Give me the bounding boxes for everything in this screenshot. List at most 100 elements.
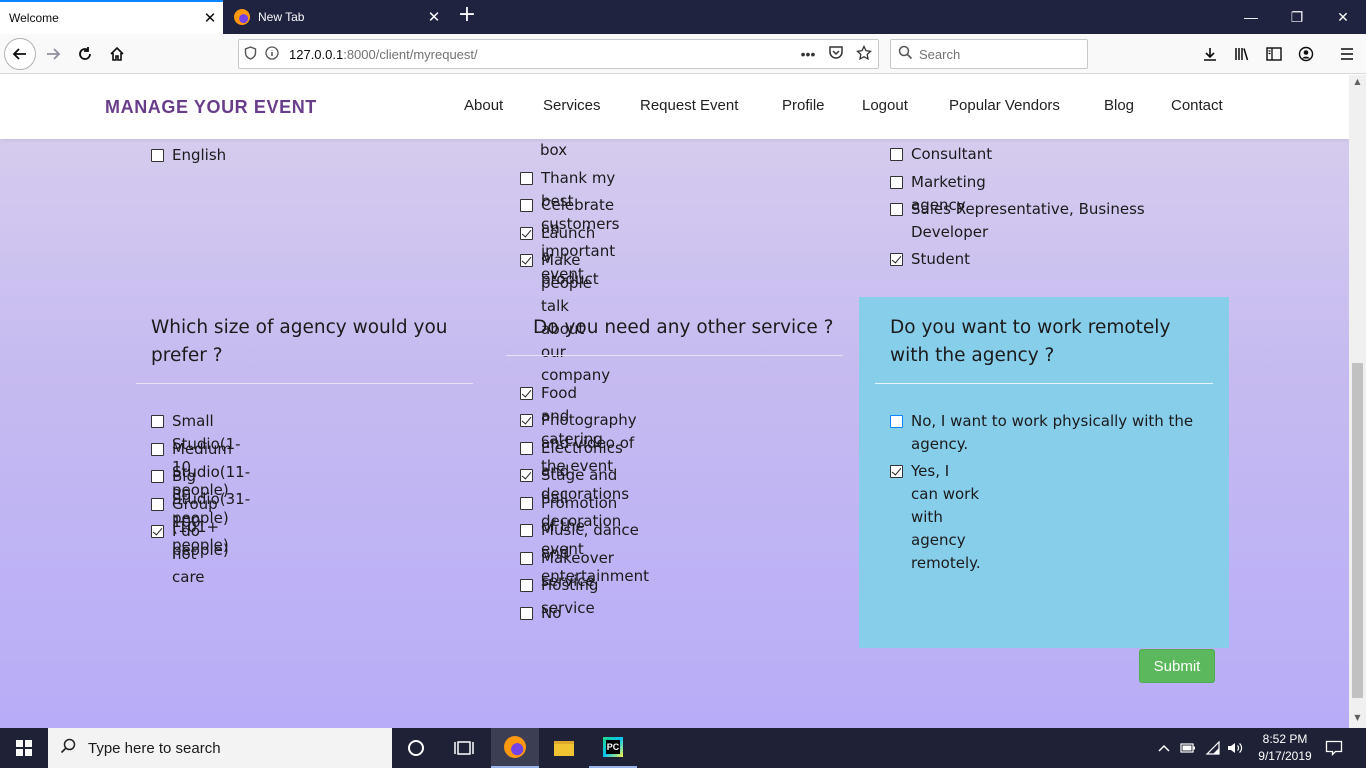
page-actions-icon[interactable]: •••	[794, 46, 822, 62]
url-text[interactable]: 127.0.0.1:8000/client/myrequest/	[289, 47, 794, 62]
checkbox[interactable]	[520, 199, 533, 212]
option-sales-representative[interactable]: Sales Representative, Business Developer	[890, 198, 1190, 244]
checkbox-checked[interactable]	[151, 525, 164, 538]
search-icon	[891, 45, 919, 63]
question-other-service: Do you need any other service ?	[533, 317, 834, 338]
close-window-button[interactable]: ✕	[1320, 0, 1366, 34]
option-continued-text: box	[540, 141, 568, 159]
option-work-physically[interactable]: No, I want to work physically with the a…	[890, 410, 1200, 456]
start-button[interactable]	[0, 728, 48, 768]
folder-icon	[554, 740, 574, 756]
checkbox[interactable]	[520, 172, 533, 185]
nav-blog[interactable]: Blog	[1104, 97, 1134, 114]
checkbox[interactable]	[520, 524, 533, 537]
file-explorer-icon[interactable]	[540, 728, 588, 768]
pocket-icon[interactable]	[822, 45, 850, 63]
checkbox[interactable]	[890, 203, 903, 216]
browser-nav-bar: 127.0.0.1:8000/client/myrequest/ ••• Sea…	[0, 34, 1366, 74]
checkbox-checked[interactable]	[520, 227, 533, 240]
checkbox-checked[interactable]	[520, 387, 533, 400]
option-consultant[interactable]: Consultant	[890, 143, 992, 166]
tab-close-icon[interactable]: ✕	[421, 8, 447, 26]
nav-profile[interactable]: Profile	[782, 97, 825, 114]
option-work-remotely[interactable]: Yes, I can work with agency remotely.	[890, 460, 981, 575]
wifi-icon[interactable]	[1202, 728, 1224, 768]
new-tab-button[interactable]: +	[455, 4, 479, 28]
task-view-icon[interactable]	[440, 728, 488, 768]
checkbox[interactable]	[520, 497, 533, 510]
checkbox[interactable]	[890, 148, 903, 161]
nav-services[interactable]: Services	[543, 97, 601, 114]
vertical-scrollbar[interactable]: ▲ ▼	[1349, 75, 1366, 728]
scrollbar-thumb[interactable]	[1352, 363, 1363, 698]
taskbar-search-box[interactable]: Type here to search	[48, 728, 392, 768]
checkbox-checked[interactable]	[890, 253, 903, 266]
sidebar-icon[interactable]	[1258, 38, 1290, 70]
tab-close-icon[interactable]: ✕	[197, 9, 223, 27]
restore-button[interactable]: ❐	[1274, 0, 1320, 34]
nav-logout[interactable]: Logout	[862, 97, 908, 114]
bookmark-star-icon[interactable]	[850, 44, 878, 64]
scroll-down-icon[interactable]: ▼	[1349, 713, 1366, 727]
account-icon[interactable]	[1290, 38, 1322, 70]
option-no[interactable]: No	[520, 602, 561, 625]
checkbox[interactable]	[520, 442, 533, 455]
action-center-icon[interactable]	[1320, 728, 1348, 768]
checkbox[interactable]	[520, 579, 533, 592]
scroll-up-icon[interactable]: ▲	[1349, 77, 1366, 91]
url-bar[interactable]: 127.0.0.1:8000/client/myrequest/ •••	[238, 39, 879, 69]
tab-title: Welcome	[9, 11, 59, 25]
checkbox[interactable]	[151, 443, 164, 456]
checkbox-checked[interactable]	[520, 254, 533, 267]
submit-button[interactable]: Submit	[1139, 649, 1215, 683]
windows-taskbar: Type here to search PC 8:52 PM 9/17/2019	[0, 728, 1366, 768]
checkbox[interactable]	[520, 607, 533, 620]
page-viewport: MANAGE YOUR EVENT About Services Request…	[0, 75, 1349, 728]
menu-hamburger-icon[interactable]	[1331, 38, 1363, 70]
checkbox[interactable]	[890, 176, 903, 189]
option-do-not-care[interactable]: I do not care	[151, 520, 205, 589]
firefox-taskbar-icon[interactable]	[491, 728, 539, 768]
checkbox-checked[interactable]	[520, 469, 533, 482]
checkbox[interactable]	[151, 149, 164, 162]
clock-time: 8:52 PM	[1262, 732, 1308, 746]
checkbox[interactable]	[890, 415, 903, 428]
minimize-button[interactable]: —	[1228, 0, 1274, 34]
pycharm-taskbar-icon[interactable]: PC	[589, 728, 637, 768]
checkbox[interactable]	[151, 415, 164, 428]
tab-new-tab[interactable]: New Tab ✕	[224, 0, 447, 34]
checkbox[interactable]	[151, 498, 164, 511]
option-student[interactable]: Student	[890, 248, 970, 271]
brand-logo[interactable]: MANAGE YOUR EVENT	[105, 97, 317, 118]
checkbox-checked[interactable]	[520, 414, 533, 427]
home-button[interactable]	[101, 38, 133, 70]
cortana-icon[interactable]	[392, 728, 440, 768]
downloads-icon[interactable]	[1194, 38, 1226, 70]
checkbox[interactable]	[151, 470, 164, 483]
checkbox-checked[interactable]	[890, 465, 903, 478]
show-hidden-icons-chevron-icon[interactable]	[1155, 728, 1173, 768]
info-icon[interactable]	[261, 45, 283, 63]
firefox-icon	[234, 9, 250, 25]
search-icon	[48, 738, 88, 759]
nav-about[interactable]: About	[464, 97, 503, 114]
library-icon[interactable]	[1226, 38, 1258, 70]
nav-popular-vendors[interactable]: Popular Vendors	[949, 97, 1060, 114]
option-english[interactable]: English	[151, 144, 226, 167]
forward-arrow-icon	[47, 48, 61, 60]
reload-button[interactable]	[69, 38, 101, 70]
forward-button[interactable]	[37, 38, 69, 70]
browser-search-box[interactable]: Search	[890, 39, 1088, 69]
tab-welcome[interactable]: Welcome ✕	[0, 0, 223, 34]
battery-icon[interactable]	[1178, 728, 1198, 768]
checkbox[interactable]	[520, 552, 533, 565]
back-button[interactable]	[4, 38, 36, 70]
clock-date: 9/17/2019	[1258, 749, 1312, 763]
nav-contact[interactable]: Contact	[1171, 97, 1223, 114]
reload-icon	[79, 47, 91, 60]
nav-request-event[interactable]: Request Event	[640, 97, 738, 114]
system-clock[interactable]: 8:52 PM 9/17/2019	[1245, 731, 1325, 765]
pycharm-icon: PC	[603, 737, 623, 757]
shield-icon[interactable]	[239, 45, 261, 63]
volume-icon[interactable]	[1225, 728, 1245, 768]
